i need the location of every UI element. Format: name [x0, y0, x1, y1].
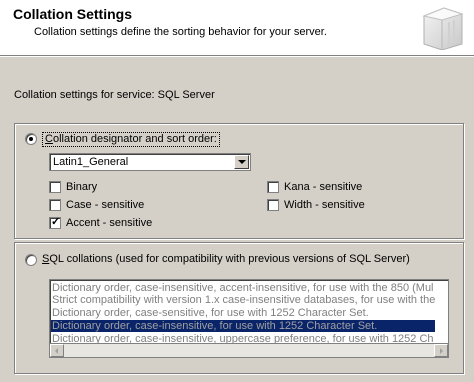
dropdown-value: Latin1_General [53, 156, 129, 168]
collation-designator-dropdown[interactable]: Latin1_General [49, 153, 251, 171]
sql-collations-label[interactable]: SQL collations (used for compatibility w… [42, 253, 410, 266]
accent-sensitive-label: Accent - sensitive [66, 217, 153, 229]
collation-designator-label[interactable]: Collation designator and sort order: [42, 132, 220, 147]
kana-sensitive-checkbox[interactable] [267, 181, 279, 193]
sql-collations-radio[interactable] [25, 254, 37, 266]
width-sensitive-label: Width - sensitive [284, 199, 365, 211]
server-box-icon [422, 7, 464, 50]
binary-checkbox[interactable] [49, 181, 61, 193]
chevron-down-icon[interactable] [234, 155, 249, 169]
arrow-right-icon[interactable] [434, 344, 448, 357]
sql-collations-listbox[interactable]: Dictionary order, case-insensitive, acce… [49, 279, 449, 344]
accent-sensitive-checkbox[interactable]: ✓ [49, 216, 61, 229]
arrow-left-icon[interactable] [50, 344, 64, 357]
header-banner: Collation Settings Collation settings de… [0, 0, 474, 56]
collation-designator-radio[interactable] [25, 133, 37, 145]
list-item[interactable]: Strict compatibility with version 1.x ca… [52, 294, 435, 306]
page-subtitle: Collation settings define the sorting be… [34, 26, 327, 38]
page-title: Collation Settings [13, 6, 132, 22]
kana-sensitive-label: Kana - sensitive [284, 181, 363, 193]
list-item[interactable]: Dictionary order, case-sensitive, for us… [52, 307, 369, 319]
binary-label: Binary [66, 181, 98, 193]
case-sensitive-label: Case - sensitive [66, 199, 145, 211]
service-label: Collation settings for service: SQL Serv… [14, 89, 215, 101]
list-item-selected[interactable]: Dictionary order, case-insensitive, for … [51, 320, 435, 332]
listbox-horizontal-scrollbar[interactable] [49, 344, 449, 358]
radio-dot-icon [29, 137, 33, 141]
case-sensitive-checkbox[interactable] [49, 199, 61, 211]
list-item[interactable]: Dictionary order, case-insensitive, uppe… [52, 333, 434, 343]
width-sensitive-checkbox[interactable] [267, 199, 279, 211]
list-item[interactable]: Dictionary order, case-insensitive, acce… [52, 282, 434, 294]
check-icon: ✓ [51, 216, 61, 228]
